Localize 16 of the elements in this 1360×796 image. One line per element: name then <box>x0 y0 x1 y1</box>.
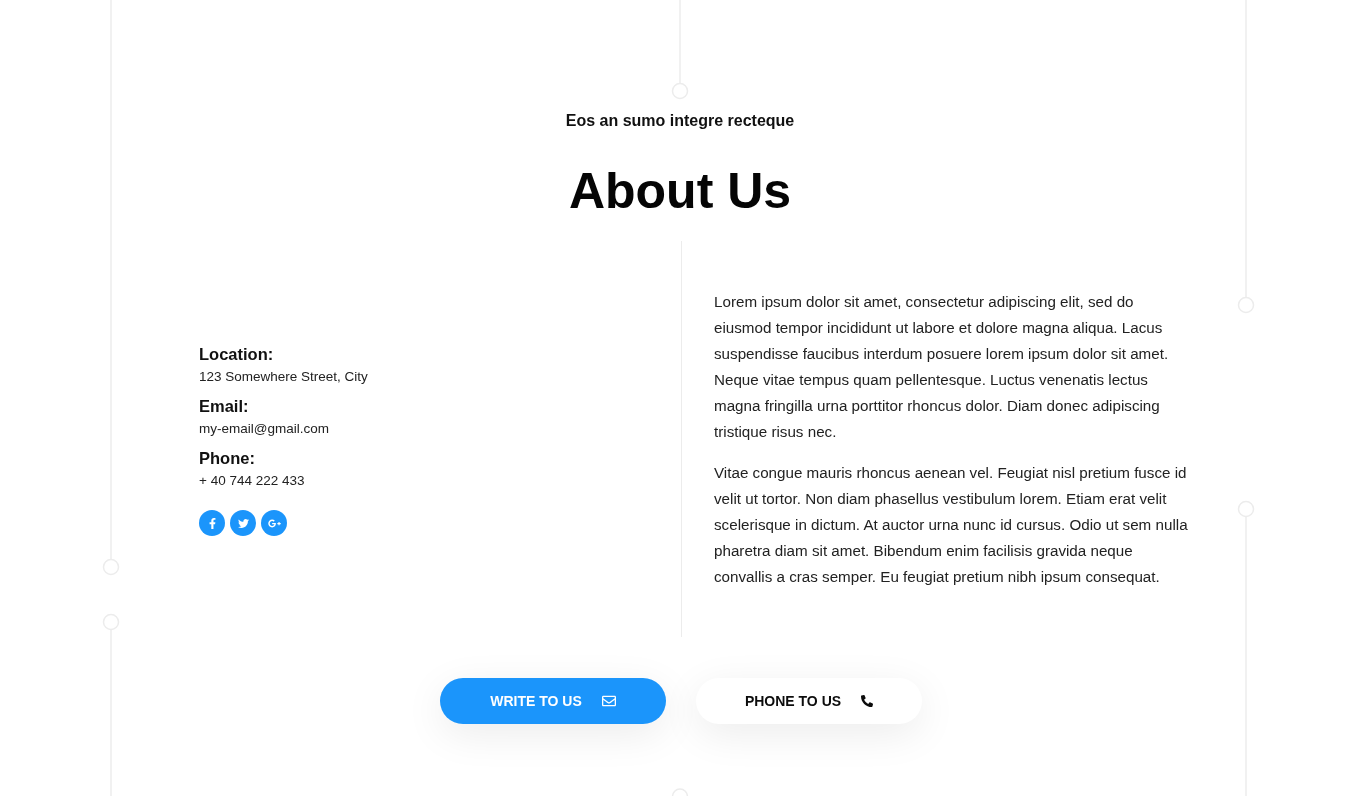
f-logo-icon[interactable] <box>199 510 225 536</box>
contact-label: Phone: <box>199 448 255 469</box>
contact-value: + 40 744 222 433 <box>199 472 305 490</box>
contact-value: 123 Somewhere Street, City <box>199 368 368 386</box>
g-plus-icon[interactable] <box>261 510 287 536</box>
body-paragraph: Vitae congue mauris rhoncus aenean vel. Feugiat nisl pretium fusce id velit ut tortor. Non diam phasellus vestibulum lorem. Etiam erat velit scelerisque in dictum. At auctor urna nunc id cursus. Odio ut sem nulla pharetra diam sit amet. Bibendum enim facilisis gravida neque convallis a cras semper. Eu feugiat pretium nibh ipsum consequat. <box>714 462 1189 587</box>
contact-label: Email: <box>199 396 249 417</box>
bird-icon[interactable] <box>230 510 256 536</box>
phone-icon <box>861 695 874 707</box>
contact-label: Location: <box>199 344 274 365</box>
envelope-icon <box>601 694 616 708</box>
body-paragraph: Lorem ipsum dolor sit amet, consectetur adipiscing elit, sed do eiusmod tempor incididunt ut labore et dolore magna aliqua. Lacus suspendisse faucibus interdum posuere lorem ipsum dolor sit amet. Neque vitae tempus quam pellentesque. Luctus venenatis lectus magna fringilla urna porttitor rhoncus dolor. Diam donec adipiscing tristique risus nec. <box>714 291 1170 442</box>
section-title: About Us <box>568 162 792 221</box>
call-button[interactable]: PHONE TO US <box>696 678 922 724</box>
section-eyebrow: Eos an sumo integre recteque <box>565 111 795 131</box>
contact-value: my-email@gmail.com <box>199 420 329 438</box>
